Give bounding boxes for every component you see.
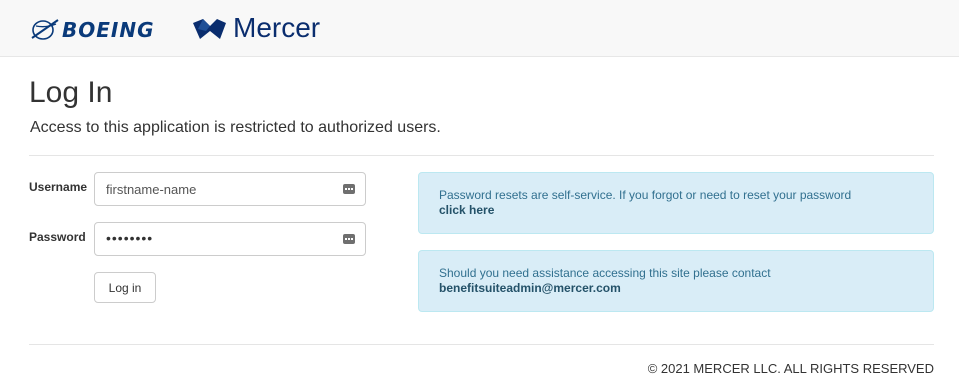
password-manager-key-icon[interactable] — [343, 184, 355, 194]
boeing-symbol-icon — [31, 19, 59, 40]
page-subtitle: Access to this application is restricted… — [30, 119, 441, 136]
page-title: Log In — [29, 76, 113, 109]
password-reset-alert: Password resets are self-service. If you… — [418, 172, 934, 234]
username-value: firstname-name — [106, 182, 197, 197]
boeing-logo: BOEING — [30, 16, 190, 46]
contact-alert: Should you need assistance accessing thi… — [418, 250, 934, 312]
mercer-symbol-icon — [193, 19, 226, 39]
password-reset-text: Password resets are self-service. If you… — [439, 188, 852, 202]
mercer-wordmark: Mercer — [233, 12, 321, 43]
boeing-wordmark: BOEING — [62, 18, 155, 42]
divider — [29, 155, 934, 156]
password-manager-key-icon[interactable] — [343, 234, 355, 244]
contact-text: Should you need assistance accessing thi… — [439, 266, 771, 280]
password-reset-link[interactable]: click here — [439, 203, 494, 217]
contact-email[interactable]: benefitsuiteadmin@mercer.com — [439, 281, 621, 295]
copyright-text: © 2021 MERCER LLC. ALL RIGHTS RESERVED — [647, 361, 934, 376]
username-input[interactable]: firstname-name — [94, 172, 366, 206]
header-bar: BOEING Mercer — [0, 0, 959, 57]
username-label: Username — [29, 180, 88, 194]
login-button[interactable]: Log in — [94, 272, 156, 303]
password-value: •••••••• — [106, 230, 154, 246]
password-label: Password — [29, 230, 86, 244]
footer-divider — [29, 344, 934, 345]
password-input[interactable]: •••••••• — [94, 222, 366, 256]
